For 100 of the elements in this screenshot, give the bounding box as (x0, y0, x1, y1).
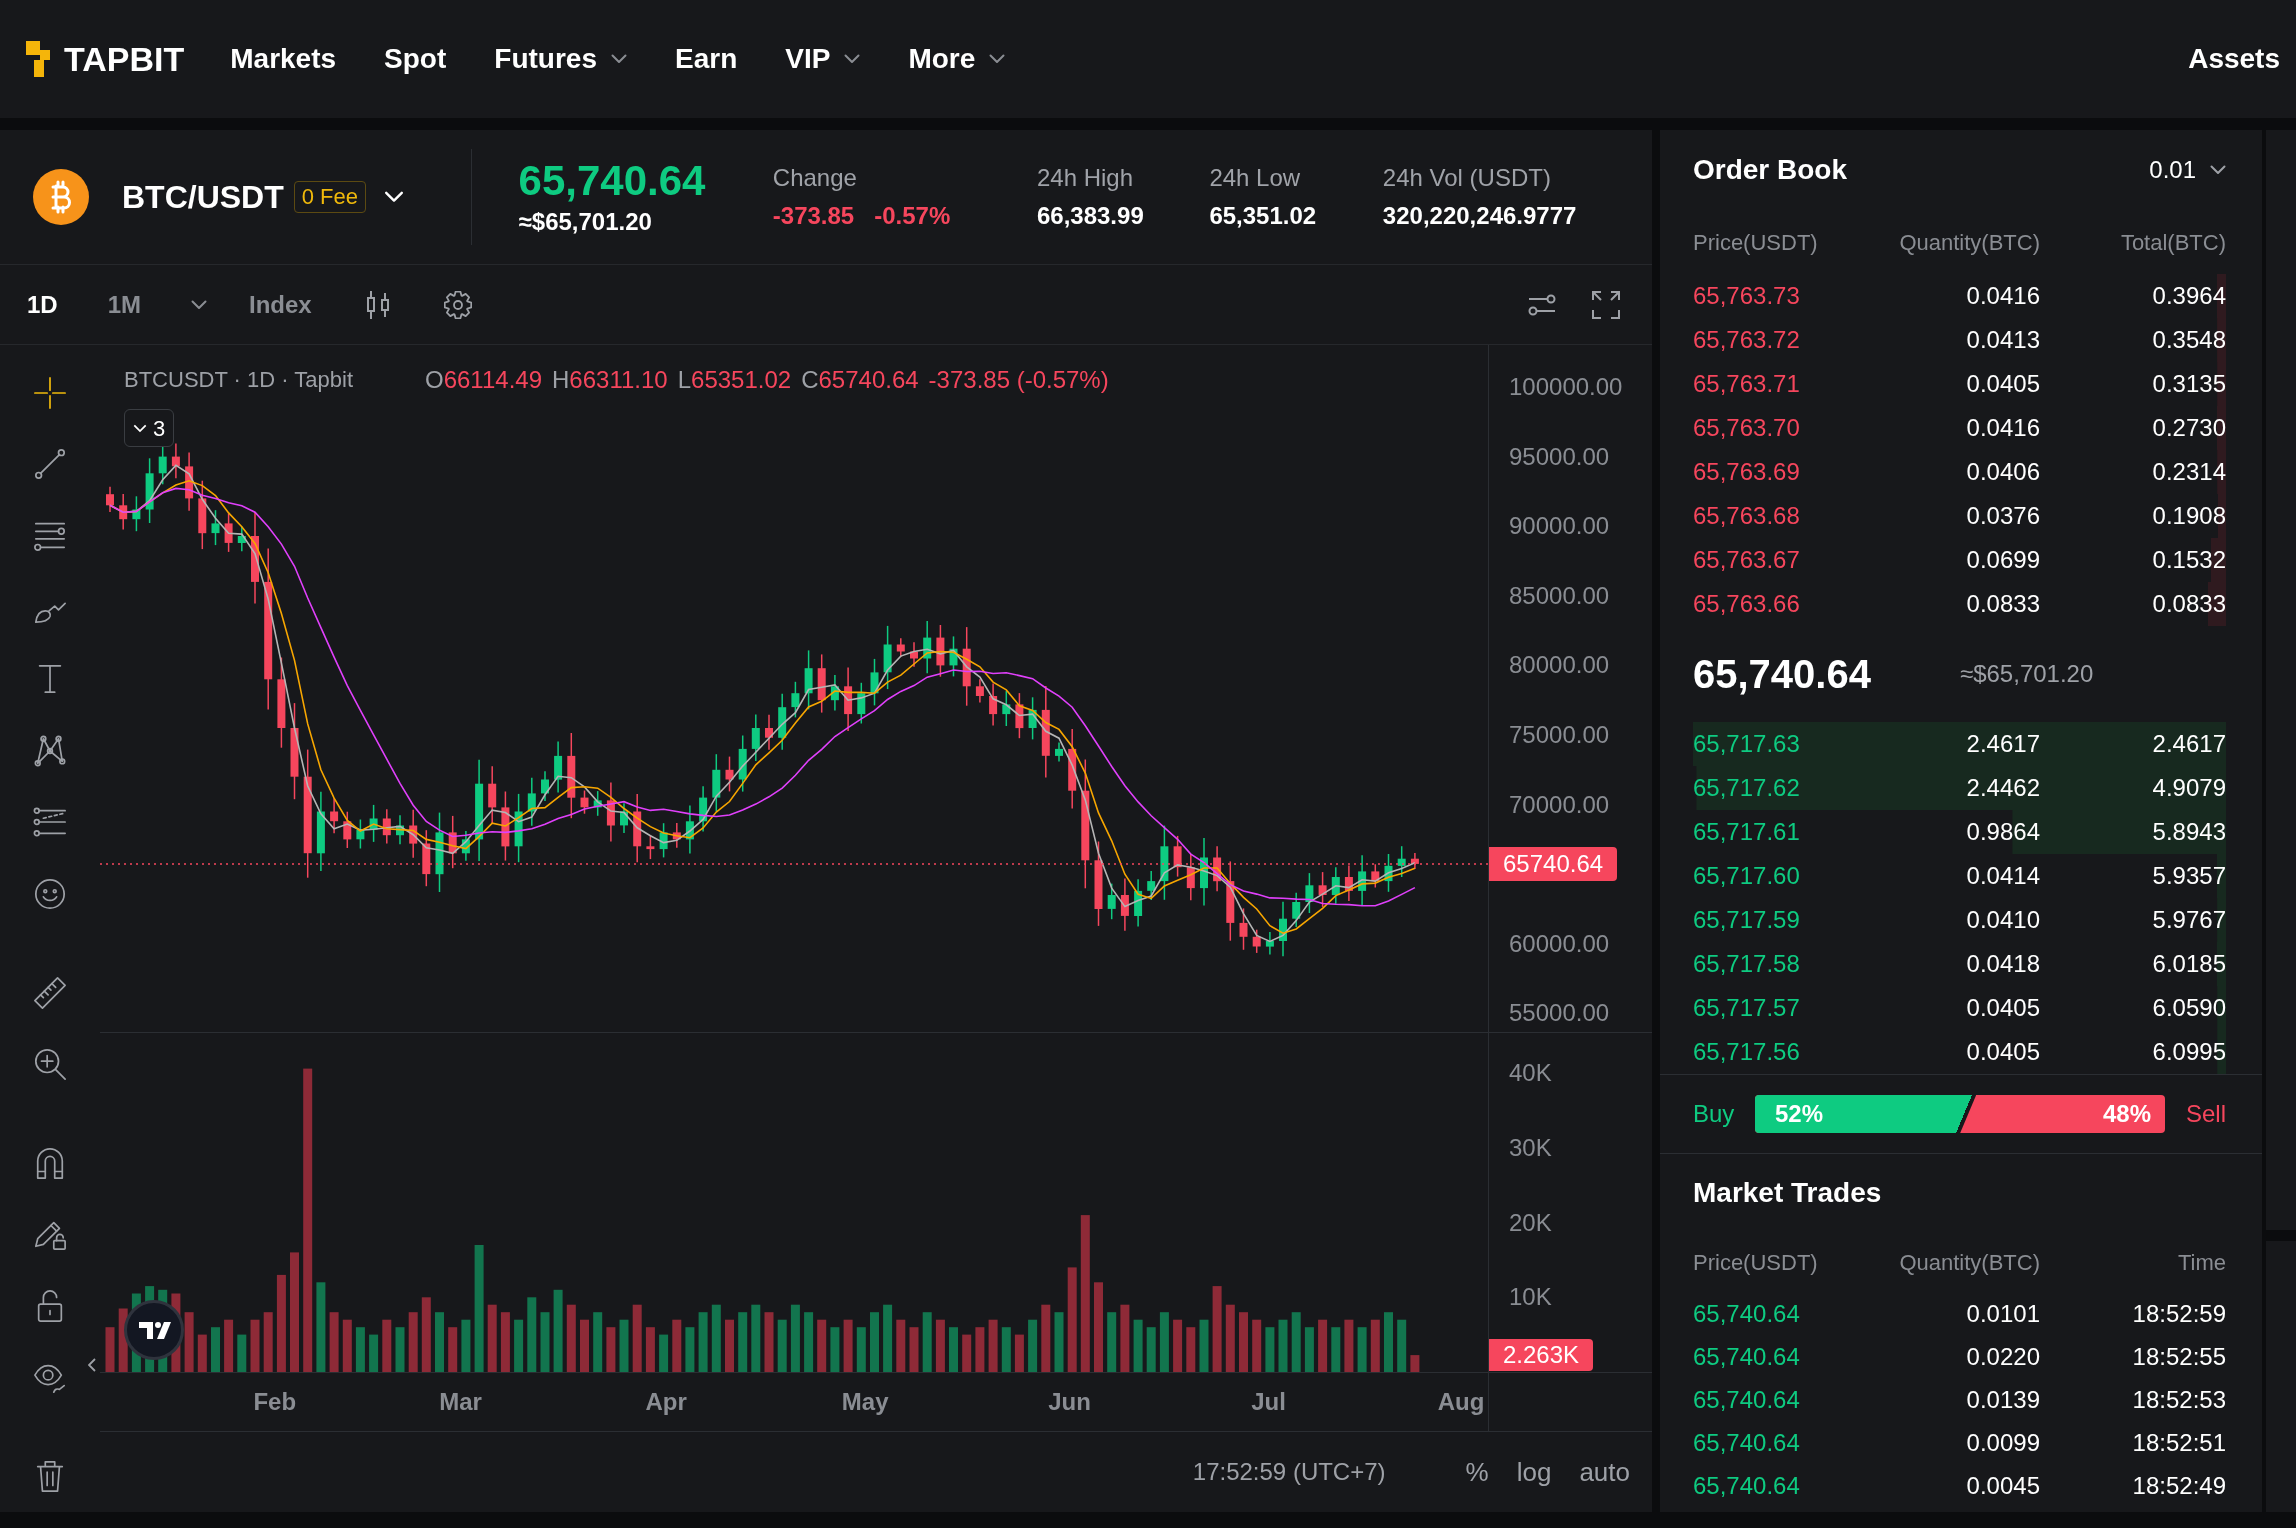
order-total: 4.9079 (2152, 773, 2226, 803)
stat-value: 65,351.02 (1209, 202, 1317, 230)
order-quantity: 0.0405 (1966, 369, 2040, 399)
trade-quantity: 0.0101 (1966, 1298, 2040, 1329)
nav-link[interactable]: VIP (785, 38, 861, 80)
order-price: 65,763.67 (1693, 545, 1800, 575)
zoom-in-icon[interactable] (33, 1047, 67, 1082)
order-quantity: 0.0376 (1966, 501, 2040, 531)
volume-axis-label: 10K (1509, 1283, 1552, 1312)
nav-link[interactable]: Spot (384, 38, 447, 80)
nav-link[interactable]: Earn (675, 38, 738, 80)
price-axis-label: 100000.00 (1509, 373, 1623, 401)
nav-link[interactable]: Futures (494, 38, 627, 80)
buy-percent: 52% (1775, 1099, 1824, 1129)
order-price: 65,717.59 (1693, 905, 1800, 935)
stat-value: 320,220,246.9777 (1382, 202, 1577, 230)
price-axis-label: 95000.00 (1509, 442, 1610, 471)
order-total: 0.3964 (2152, 281, 2226, 311)
column-header: Price(USDT) (1693, 1248, 1818, 1277)
order-price: 65,763.69 (1693, 457, 1800, 487)
order-quantity: 0.0406 (1966, 457, 2040, 487)
trade-time: 18:52:49 (2132, 1470, 2226, 1501)
ruler-icon[interactable] (33, 975, 67, 1010)
settings-icon[interactable] (443, 290, 472, 319)
timezone-clock: 17:52:59 (UTC+7) (1192, 1457, 1386, 1487)
order-quantity: 0.0416 (1966, 281, 2040, 311)
smiley-icon[interactable] (33, 876, 67, 911)
chevron-left-icon[interactable] (88, 1358, 96, 1372)
order-price: 65,717.62 (1693, 773, 1800, 803)
interval-tab[interactable]: 1D (27, 286, 58, 323)
price-axis-label: 75000.00 (1509, 721, 1610, 749)
order-total: 0.2314 (2152, 457, 2226, 487)
order-total: 2.4617 (2152, 729, 2226, 759)
order-quantity: 0.0833 (1966, 589, 2040, 619)
price-axis-label: 85000.00 (1509, 581, 1610, 610)
order-total: 0.0833 (2152, 589, 2226, 619)
panel-title: Order Book (1693, 153, 1848, 187)
chevron-down-icon (133, 423, 147, 433)
order-total: 5.9767 (2152, 905, 2226, 935)
pattern-icon[interactable] (33, 733, 67, 768)
sliders-icon[interactable] (1528, 292, 1556, 317)
scale-option[interactable]: auto (1579, 1452, 1630, 1492)
order-quantity: 0.0418 (1966, 949, 2040, 979)
trend-line-icon[interactable] (33, 447, 67, 482)
stat-label: 24h Low (1209, 164, 1302, 192)
volume-value-badge: 2.263K (1489, 1339, 1594, 1372)
candlestick-icon[interactable] (365, 289, 390, 320)
order-price: 65,717.58 (1693, 949, 1800, 979)
time-axis-label: May (841, 1387, 889, 1417)
price-axis-label: 55000.00 (1509, 999, 1610, 1028)
nav-link[interactable]: Assets (2188, 38, 2280, 80)
trade-time: 18:52:59 (2132, 1298, 2226, 1329)
fee-badge: 0 Fee (293, 181, 367, 213)
scale-option[interactable]: log (1516, 1452, 1552, 1492)
time-axis-label: Jul (1251, 1387, 1286, 1417)
volume-axis-label: 30K (1509, 1133, 1552, 1162)
interval-tab[interactable]: 1M (107, 286, 142, 323)
nav-link[interactable]: Markets (230, 38, 337, 80)
column-header: Price(USDT) (1693, 228, 1818, 257)
trade-price: 65,740.64 (1693, 1384, 1800, 1415)
order-quantity: 2.4462 (1966, 773, 2040, 803)
order-total: 0.2730 (2152, 413, 2226, 443)
order-total: 0.3548 (2152, 325, 2226, 355)
order-price: 65,763.73 (1693, 281, 1800, 311)
precision-dropdown[interactable]: 0.01 (2149, 152, 2226, 188)
last-price: 65,740.64 (518, 156, 707, 206)
buy-label: Buy (1693, 1099, 1736, 1129)
column-header: Total(BTC) (2120, 228, 2226, 257)
stat-value: 66,383.99 (1036, 202, 1144, 230)
price-axis-label: 70000.00 (1509, 790, 1610, 819)
index-button[interactable]: Index (249, 286, 312, 323)
indicators-toggle[interactable]: 3 (124, 409, 175, 447)
order-price: 65,763.72 (1693, 325, 1800, 355)
order-quantity: 2.4617 (1966, 729, 2040, 759)
order-quantity: 0.0699 (1966, 545, 2040, 575)
mid-price: 65,740.64 (1693, 651, 1872, 698)
coin-icon (33, 169, 89, 225)
order-price: 65,717.57 (1693, 993, 1800, 1023)
order-quantity: 0.0405 (1966, 993, 2040, 1023)
order-quantity: 0.0413 (1966, 325, 2040, 355)
stat-label: 24h High (1036, 164, 1135, 192)
crosshair-icon[interactable] (33, 375, 67, 410)
price-axis-label: 90000.00 (1509, 512, 1610, 541)
trade-time: 18:52:55 (2132, 1341, 2226, 1372)
trade-time: 18:52:53 (2132, 1384, 2226, 1415)
last-price-usd: ≈$65,701.20 (518, 207, 653, 237)
column-header: Time (2177, 1248, 2226, 1277)
nav-link[interactable]: More (908, 38, 1006, 80)
trade-price: 65,740.64 (1693, 1298, 1800, 1329)
scale-option[interactable]: % (1465, 1452, 1489, 1492)
price-axis-label: 60000.00 (1509, 929, 1610, 958)
order-total: 6.0185 (2152, 949, 2226, 979)
chart-symbol-title: BTCUSDT · 1D · Tapbit (124, 366, 354, 394)
fullscreen-icon[interactable] (1592, 290, 1620, 319)
order-total: 6.0995 (2152, 1037, 2226, 1067)
panel-title: Market Trades (1693, 1176, 1882, 1210)
trade-quantity: 0.0139 (1966, 1384, 2040, 1415)
trade-quantity: 0.0099 (1966, 1427, 2040, 1458)
change-value: -0.57% (874, 202, 951, 230)
time-axis-label: Apr (645, 1387, 687, 1417)
